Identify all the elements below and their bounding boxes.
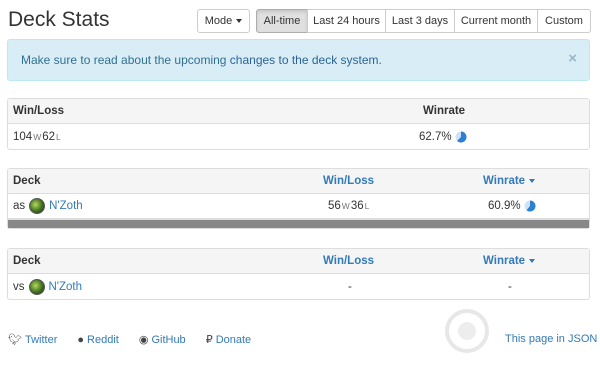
summary-header-row: Win/Loss Winrate (8, 99, 589, 124)
vs-deck-panel: Deck Win/Loss Winrate vs N'Zoth - - (7, 248, 590, 300)
deck-class-avatar (29, 198, 46, 214)
github-icon: ◉ (138, 334, 149, 346)
filter-all-time[interactable]: All-time (256, 9, 308, 33)
close-icon[interactable]: × (568, 50, 577, 67)
filter-last-3-days[interactable]: Last 3 days (385, 9, 455, 33)
vs-deck-row: vs N'Zoth - - (8, 274, 589, 299)
deck-class-avatar (28, 278, 45, 295)
mode-dropdown-button[interactable]: Mode (197, 9, 250, 33)
as-losses-suffix: L (364, 201, 370, 211)
sort-desc-icon (529, 179, 536, 183)
sort-desc-icon (529, 259, 536, 263)
footer-links: 🐦︎ Twitter ● Reddit ◉ GitHub ₽ Donate (8, 333, 271, 347)
summary-winrate: 62.7% (419, 124, 467, 149)
github-label: GitHub (151, 333, 186, 346)
as-winloss: 56 W 36 L (328, 194, 370, 218)
github-link[interactable]: ◉ GitHub (138, 333, 186, 347)
winrate-pie-icon (455, 131, 467, 142)
sort-winrate-label: Winrate (483, 175, 526, 187)
info-alert: Make sure to read about the upcoming cha… (7, 39, 590, 81)
losses-count: 62 (42, 130, 56, 143)
summary-row: 104 W 62 L 62.7% (8, 124, 589, 149)
caret-down-icon (236, 19, 243, 23)
mode-label: Mode (204, 15, 233, 27)
vs-winloss: - (348, 280, 352, 293)
paypal-icon: ₽ (205, 334, 213, 346)
alert-text: Make sure to read about the upcoming (21, 53, 230, 67)
sort-winrate[interactable]: Winrate (483, 169, 536, 193)
header-winrate: Winrate (423, 105, 466, 117)
donate-label: Donate (215, 333, 252, 346)
vs-header-deck: Deck (13, 255, 41, 267)
vs-sort-winloss[interactable]: Win/Loss (323, 249, 374, 273)
as-deck-cell: as N'Zoth (13, 194, 83, 218)
filter-custom[interactable]: Custom (537, 9, 591, 33)
reddit-icon: ● (77, 333, 85, 346)
page-title: Deck Stats (8, 8, 110, 31)
donate-link[interactable]: ₽ Donate (205, 333, 252, 347)
as-losses: 36 (350, 200, 364, 212)
twitter-link[interactable]: 🐦︎ Twitter (8, 333, 58, 347)
header-winloss: Win/Loss (13, 105, 65, 117)
vs-deck-cell: vs N'Zoth (13, 274, 82, 299)
sort-winloss[interactable]: Win/Loss (323, 169, 374, 193)
header-deck: Deck (13, 175, 41, 187)
as-winrate-pie-icon (524, 200, 536, 212)
wins-suffix: W (33, 131, 42, 142)
vs-sort-winrate[interactable]: Winrate (483, 249, 536, 273)
filter-current-month[interactable]: Current month (454, 9, 538, 33)
as-wins: 56 (328, 200, 341, 212)
summary-panel: Win/Loss Winrate 104 W 62 L 62.7% (7, 98, 590, 150)
reddit-link[interactable]: ● Reddit (77, 333, 118, 346)
losses-suffix: L (56, 131, 61, 142)
twitter-icon: 🐦︎ (8, 334, 22, 346)
as-deck-row: as N'Zoth 56 W 36 L 60.9% (8, 194, 589, 219)
summary-winloss: 104 W 62 L (13, 124, 62, 149)
as-winrate: 60.9% (488, 194, 536, 218)
vs-deck-link[interactable]: N'Zoth (49, 281, 83, 293)
as-prefix: as (13, 200, 26, 212)
as-header-row: Deck Win/Loss Winrate (8, 169, 589, 194)
time-filter-group: Mode All-time Last 24 hours Last 3 days … (197, 9, 591, 33)
watermark-logo (445, 309, 489, 353)
as-winrate-value: 60.9% (488, 200, 521, 212)
twitter-label: Twitter (24, 333, 58, 346)
reddit-label: Reddit (87, 333, 119, 346)
winrate-value: 62.7% (419, 130, 452, 143)
vs-prefix: vs (13, 280, 25, 293)
vs-winrate: - (508, 280, 512, 293)
filter-last-24-hours[interactable]: Last 24 hours (307, 9, 386, 33)
as-wins-suffix: W (341, 201, 350, 211)
wins-count: 104 (13, 130, 33, 143)
vs-header-row: Deck Win/Loss Winrate (8, 249, 589, 274)
vs-sort-winrate-label: Winrate (483, 255, 526, 267)
alert-link[interactable]: changes to the deck system. (230, 53, 382, 67)
deck-link[interactable]: N'Zoth (49, 200, 83, 212)
as-deck-panel: Deck Win/Loss Winrate as N'Zoth 56 W 36 L 6… (7, 168, 590, 229)
deck-progress-bar (8, 219, 589, 228)
